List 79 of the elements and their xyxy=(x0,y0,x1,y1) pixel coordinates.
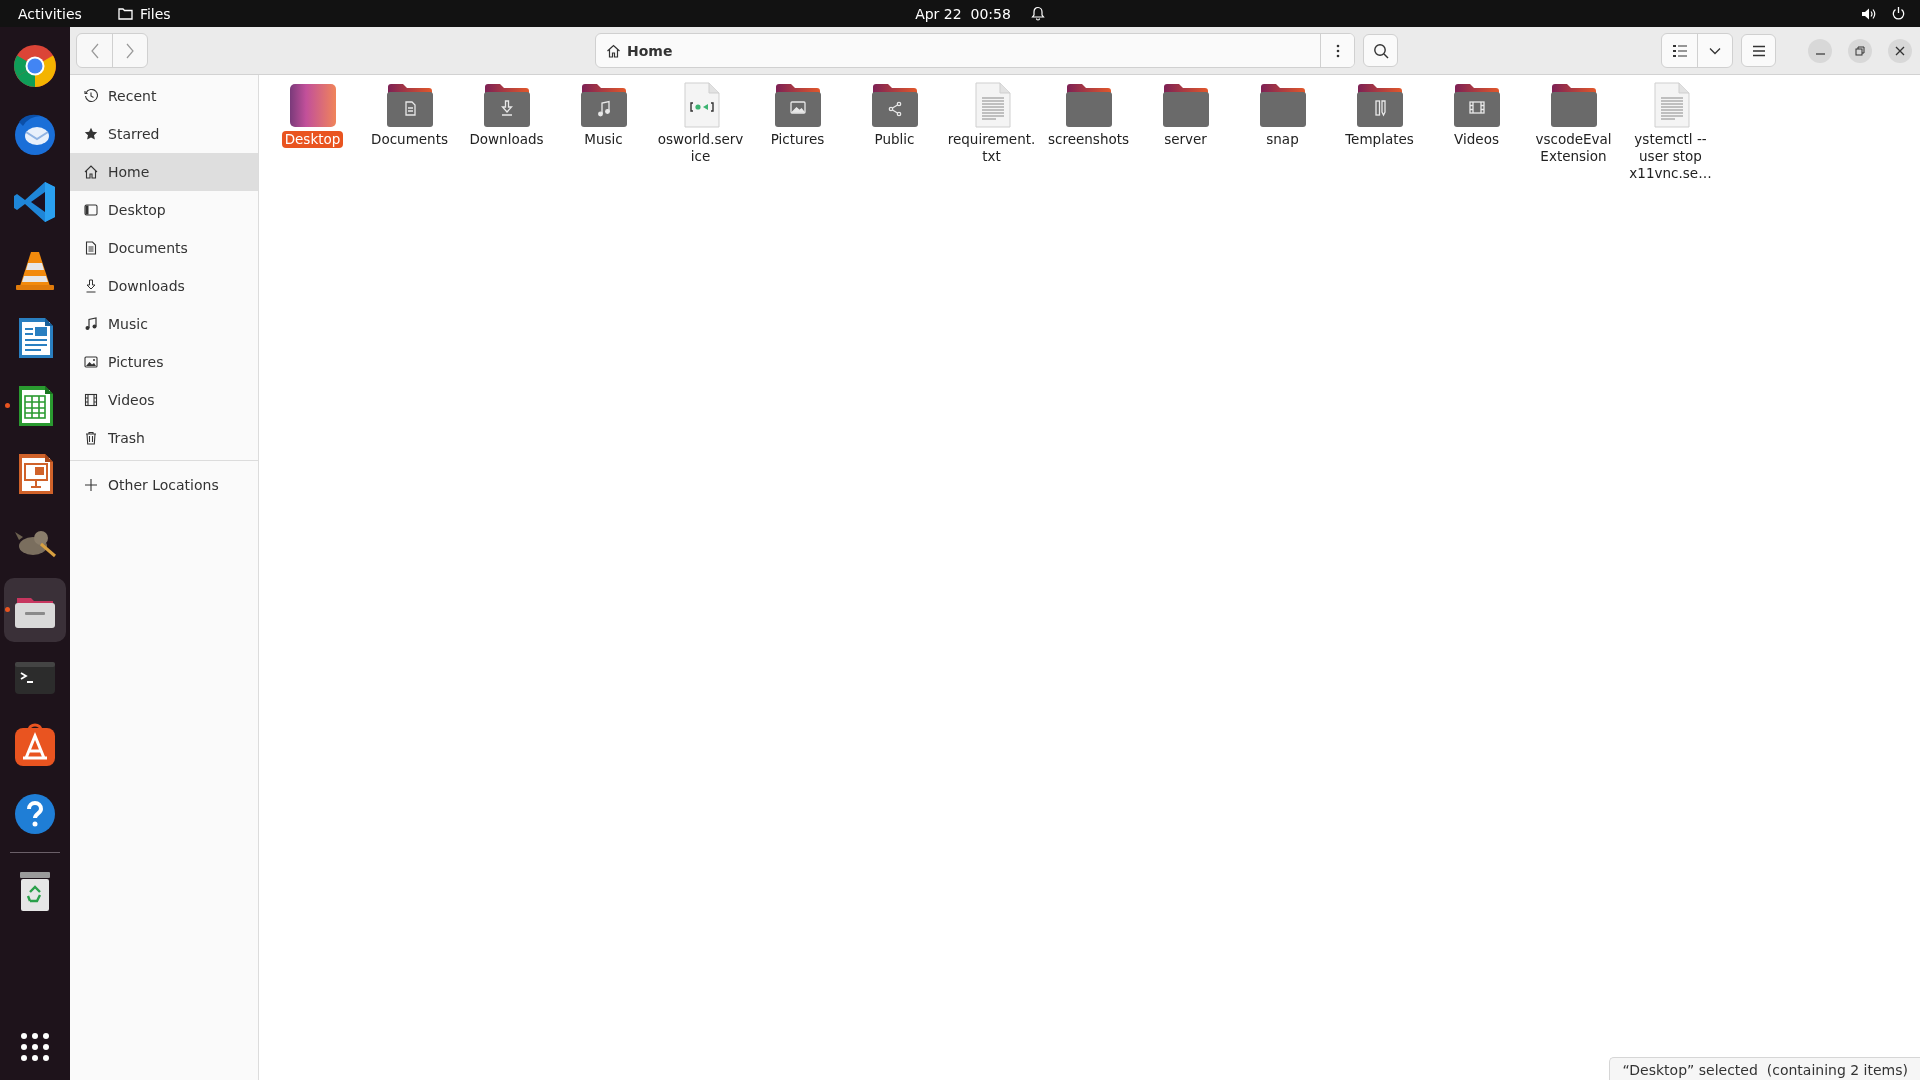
restore-button[interactable] xyxy=(1848,38,1872,63)
download-icon xyxy=(84,279,98,293)
home-icon xyxy=(84,165,98,179)
volume-icon[interactable] xyxy=(1861,6,1877,21)
file-name: ystemctl --user stop x11vnc.se… xyxy=(1628,131,1713,182)
file-item[interactable]: snap xyxy=(1234,81,1331,148)
home-icon xyxy=(606,43,621,58)
plus-icon xyxy=(84,478,98,492)
picture-icon xyxy=(84,355,98,369)
file-item[interactable]: Desktop xyxy=(264,81,361,148)
browser-icon[interactable] xyxy=(11,42,59,90)
file-name: snap xyxy=(1265,131,1300,148)
clock[interactable]: Apr 22 00:58 xyxy=(915,5,1011,22)
sidebar-item[interactable]: Home xyxy=(70,153,258,191)
file-name: vscodeEval Extension xyxy=(1534,131,1613,165)
sidebar-item[interactable]: Pictures xyxy=(70,343,258,381)
close-icon xyxy=(1895,45,1905,56)
close-button[interactable] xyxy=(1888,38,1912,63)
sidebar-item[interactable]: Music xyxy=(70,305,258,343)
desktop-icon xyxy=(84,203,98,217)
folder-icon xyxy=(117,7,133,20)
minimize-icon xyxy=(1815,53,1825,55)
status-message: “Desktop” selected (containing 2 items) xyxy=(1609,1057,1920,1080)
trash-icon xyxy=(84,431,98,445)
sidebar-item[interactable]: Documents xyxy=(70,229,258,267)
file-item[interactable]: Documents xyxy=(361,81,458,148)
file-name: Public xyxy=(873,131,916,148)
file-item[interactable]: requirement.txt xyxy=(943,81,1040,165)
file-name: Templates xyxy=(1344,131,1415,148)
menu-icon xyxy=(1751,44,1766,57)
file-item[interactable]: Music xyxy=(555,81,652,148)
file-item[interactable]: vscodeEval Extension xyxy=(1525,81,1622,165)
app-grid-icon[interactable] xyxy=(20,1032,50,1062)
kebab-menu-icon xyxy=(1335,43,1340,58)
app-menu[interactable]: Files xyxy=(117,5,171,22)
film-icon xyxy=(84,393,98,407)
other-locations-item[interactable]: Other Locations xyxy=(70,466,258,504)
file-item[interactable]: Pictures xyxy=(749,81,846,148)
file-item[interactable]: server xyxy=(1137,81,1234,148)
file-name: osworld.service xyxy=(656,131,745,165)
sidebar-item[interactable]: Videos xyxy=(70,381,258,419)
minimize-button[interactable] xyxy=(1808,38,1832,63)
search-button[interactable] xyxy=(1363,34,1398,67)
file-item[interactable]: Templates xyxy=(1331,81,1428,148)
file-name: Pictures xyxy=(769,131,826,148)
activities-button[interactable]: Activities xyxy=(18,5,82,22)
file-name: requirement.txt xyxy=(946,131,1037,165)
file-name: Music xyxy=(583,131,624,148)
main-menu-button[interactable] xyxy=(1741,34,1776,67)
restore-icon xyxy=(1855,45,1865,56)
chevron-right-icon xyxy=(125,42,135,59)
chevron-down-icon xyxy=(1709,46,1721,55)
sidebar-item[interactable]: Starred xyxy=(70,115,258,153)
sidebar-item[interactable]: Desktop xyxy=(70,191,258,229)
sidebar-item[interactable]: Downloads xyxy=(70,267,258,305)
file-item[interactable]: osworld.service xyxy=(652,81,749,165)
file-item[interactable]: screenshots xyxy=(1040,81,1137,148)
file-name: Desktop xyxy=(281,131,344,148)
music-icon xyxy=(84,317,98,331)
star-icon xyxy=(84,127,98,141)
file-item[interactable]: ystemctl --user stop x11vnc.se… xyxy=(1622,81,1719,182)
file-name: Videos xyxy=(1453,131,1500,148)
file-name: Downloads xyxy=(468,131,545,148)
file-item[interactable]: Videos xyxy=(1428,81,1525,148)
file-name: screenshots xyxy=(1046,131,1131,148)
bell-icon[interactable] xyxy=(1030,6,1045,21)
file-item[interactable]: Downloads xyxy=(458,81,555,148)
file-name: Documents xyxy=(370,131,449,148)
search-icon xyxy=(1372,42,1389,59)
document-icon xyxy=(84,241,98,255)
power-icon[interactable] xyxy=(1891,6,1906,21)
sidebar-item[interactable]: Trash xyxy=(70,419,258,457)
sidebar-item[interactable]: Recent xyxy=(70,77,258,115)
file-name: server xyxy=(1163,131,1208,148)
clock-icon xyxy=(84,89,98,103)
list-icon xyxy=(1672,44,1687,57)
dock-item-highlight[interactable] xyxy=(4,578,66,642)
file-item[interactable]: Public xyxy=(846,81,943,148)
chevron-left-icon xyxy=(89,42,100,59)
